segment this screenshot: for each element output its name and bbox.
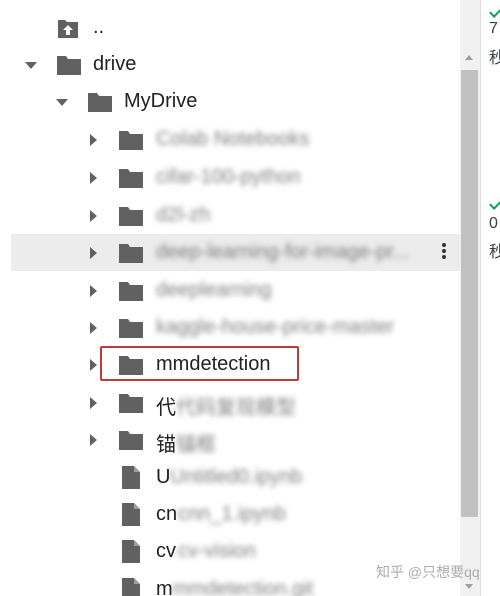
check-icon [489, 197, 500, 210]
file-label-prefix: cn [156, 503, 178, 525]
folder-label: deeplearning [156, 279, 272, 301]
parent-folder-label: .. [93, 16, 105, 38]
chevron-right-icon[interactable] [90, 359, 97, 371]
check-icon [489, 5, 500, 18]
chevron-right-icon[interactable] [90, 172, 97, 184]
tree-row-drive[interactable]: drive [0, 46, 460, 83]
chevron-right-icon[interactable] [90, 247, 97, 259]
file-label-prefix: U [156, 466, 171, 488]
folder-label: cifar-100-python [156, 166, 301, 188]
tree-row-file[interactable]: cn cnn_1.ipynb [0, 496, 460, 533]
folder-icon [119, 282, 143, 301]
watermark: 知乎 @只想要qq [376, 564, 480, 580]
folder-label: Colab Notebooks [156, 128, 310, 150]
tree-row-parent[interactable]: .. [0, 10, 460, 47]
folder-icon [119, 169, 143, 188]
tree-row-mydrive[interactable]: MyDrive [0, 83, 460, 120]
file-icon [122, 466, 140, 489]
folder-icon [119, 394, 143, 413]
folder-icon [119, 244, 143, 263]
file-label: cv-vision [178, 540, 256, 562]
file-label-prefix: m [156, 578, 173, 596]
file-icon [122, 540, 140, 563]
tree-row-folder[interactable]: 锚 锚框 [0, 421, 460, 458]
folder-icon [57, 56, 81, 75]
folder-label: 锚框 [176, 434, 216, 456]
tree-row-folder[interactable]: 代 代码复现模型 [0, 384, 460, 421]
file-label: cnn_1.ipynb [178, 503, 286, 525]
exec-time-unit: 秒 [489, 238, 500, 262]
folder-label-prefix: 锚 [156, 434, 176, 456]
chevron-right-icon[interactable] [90, 397, 97, 409]
mydrive-label: MyDrive [124, 90, 198, 112]
folder-icon [119, 207, 143, 226]
output-panel: 7 秒 0 秒 [480, 0, 500, 596]
file-tree: .. drive MyDrive Colab Notebooks cifar-1… [0, 0, 460, 596]
file-icon [122, 578, 140, 596]
highlight-box [100, 346, 299, 381]
tree-row-folder[interactable]: d2l-zh [0, 197, 460, 234]
tree-row-folder[interactable]: cifar-100-python [0, 159, 460, 196]
exec-time-unit: 秒 [489, 44, 500, 68]
tree-row-folder[interactable]: Colab Notebooks [0, 121, 460, 158]
more-options-icon[interactable] [442, 241, 446, 261]
chevron-right-icon[interactable] [90, 322, 97, 334]
folder-label: deep-learning-for-image-pr... [156, 241, 410, 263]
folder-label: 代码复现模型 [176, 397, 296, 419]
chevron-down-icon[interactable] [25, 62, 37, 69]
folder-icon [119, 131, 143, 150]
tree-row-file[interactable]: U Untitled0.ipynb [0, 459, 460, 496]
folder-icon [119, 319, 143, 338]
exec-time-text: 0 [489, 215, 498, 232]
chevron-right-icon[interactable] [90, 210, 97, 222]
chevron-right-icon[interactable] [90, 434, 97, 446]
folder-label: kaggle-house-price-master [156, 316, 394, 338]
scrollbar-thumb[interactable] [461, 70, 478, 517]
scroll-up-icon[interactable] [465, 55, 473, 60]
tree-row-folder-hovered[interactable]: deep-learning-for-image-pr... [11, 234, 460, 271]
drive-label: drive [93, 53, 137, 75]
chevron-right-icon[interactable] [90, 285, 97, 297]
chevron-down-icon[interactable] [56, 99, 68, 106]
chevron-right-icon[interactable] [90, 134, 97, 146]
scroll-down-icon[interactable] [465, 584, 473, 589]
file-label-prefix: cv [156, 540, 176, 562]
file-label: mmdetection.git [172, 578, 314, 596]
file-label: Untitled0.ipynb [170, 466, 303, 488]
folder-label-prefix: 代 [156, 397, 176, 419]
folder-label: d2l-zh [156, 204, 211, 226]
folder-up-icon [58, 20, 78, 38]
folder-icon [88, 93, 112, 112]
folder-icon [119, 431, 143, 450]
file-icon [122, 503, 140, 526]
tree-row-folder[interactable]: deeplearning [0, 272, 460, 309]
tree-row-folder[interactable]: kaggle-house-price-master [0, 309, 460, 346]
exec-time-text: 7 [489, 20, 498, 37]
